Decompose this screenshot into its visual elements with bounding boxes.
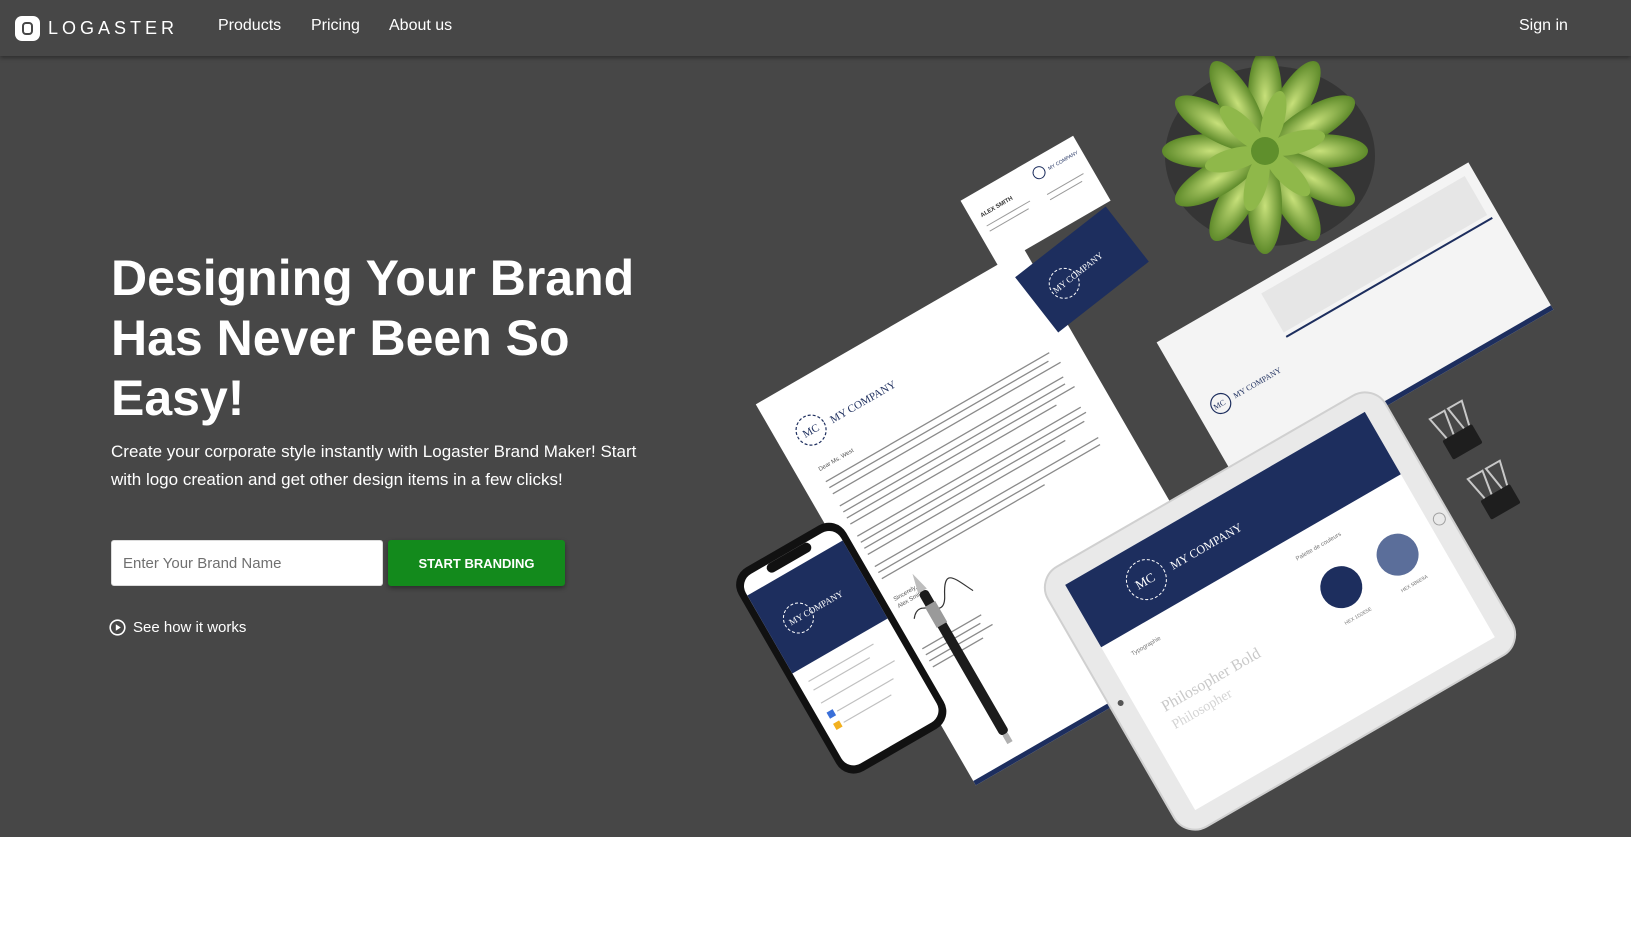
succulent-plant bbox=[1162, 56, 1375, 254]
nav-products-link[interactable]: Products bbox=[218, 17, 281, 35]
nav-pricing-link[interactable]: Pricing bbox=[311, 17, 360, 35]
binder-clips bbox=[1428, 399, 1520, 520]
nav-about-link[interactable]: About us bbox=[389, 17, 452, 35]
logaster-logo-icon bbox=[15, 15, 40, 41]
brand-identity-mockup: MC MY COMPANY MC MY COMPANY Dear Ms. Wes… bbox=[736, 56, 1554, 831]
brand-wordmark: LOGASTER bbox=[48, 17, 179, 38]
top-navbar: LOGASTER Products Pricing About us Sign … bbox=[0, 0, 1631, 56]
sign-in-link[interactable]: Sign in bbox=[1519, 17, 1568, 35]
logaster-logo[interactable]: LOGASTER bbox=[15, 15, 178, 41]
hero-section: Designing Your Brand Has Never Been So E… bbox=[0, 56, 1631, 837]
